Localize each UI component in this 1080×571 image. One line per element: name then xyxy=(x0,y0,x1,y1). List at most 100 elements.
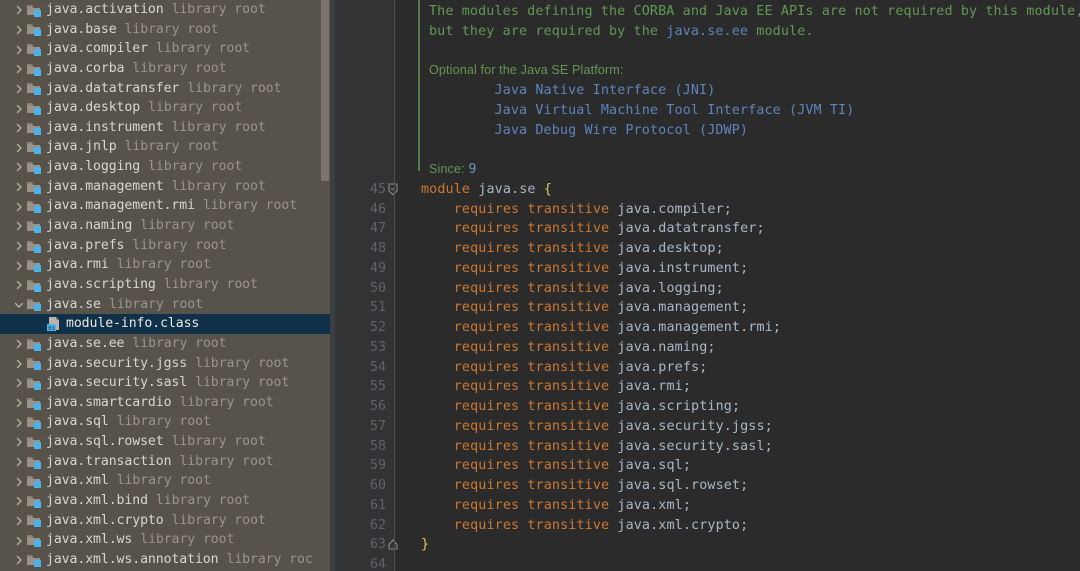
chevron-right-icon[interactable] xyxy=(12,550,26,569)
chevron-right-icon[interactable] xyxy=(12,373,26,392)
library-root-icon xyxy=(26,179,43,195)
tree-item[interactable]: java.jnlp library root xyxy=(0,137,330,157)
tree-item[interactable]: java.sql.rowset library root xyxy=(0,432,330,452)
chevron-right-icon[interactable] xyxy=(12,334,26,353)
tree-item[interactable]: java.scripting library root xyxy=(0,275,330,295)
tree-item-label: java.naming xyxy=(46,218,133,234)
tree-item[interactable]: java.rmi library root xyxy=(0,255,330,275)
code-line[interactable]: requires transitive java.management; xyxy=(421,298,748,318)
code-line[interactable]: requires transitive java.xml.crypto; xyxy=(421,516,748,536)
chevron-right-icon[interactable] xyxy=(12,472,26,491)
editor-text-area[interactable]: The modules defining the CORBA and Java … xyxy=(395,0,1080,571)
sidebar-scrollbar-track[interactable] xyxy=(321,0,330,571)
line-number: 54 xyxy=(369,359,386,375)
tree-item[interactable]: java.naming library root xyxy=(0,216,330,236)
chevron-right-icon[interactable] xyxy=(12,236,26,255)
tree-item[interactable]: java.instrument library root xyxy=(0,118,330,138)
chevron-right-icon[interactable] xyxy=(12,256,26,275)
tree-item[interactable]: java.security.jgss library root xyxy=(0,354,330,374)
code-line[interactable]: requires transitive java.naming; xyxy=(421,338,716,358)
chevron-right-icon[interactable] xyxy=(12,197,26,216)
chevron-right-icon[interactable] xyxy=(12,99,26,118)
chevron-right-icon[interactable] xyxy=(12,452,26,471)
tree-item[interactable]: java.datatransfer library root xyxy=(0,79,330,99)
chevron-right-icon[interactable] xyxy=(12,138,26,157)
code-line[interactable]: requires transitive java.prefs; xyxy=(421,358,708,378)
code-line[interactable]: requires transitive java.instrument; xyxy=(421,259,748,279)
chevron-right-icon[interactable] xyxy=(12,354,26,373)
tree-item[interactable]: java.xml.ws.annotation library roc xyxy=(0,550,330,570)
chevron-right-icon[interactable] xyxy=(12,40,26,59)
tree-item[interactable]: java.base library root xyxy=(0,20,330,40)
tree-item[interactable]: java.prefs library root xyxy=(0,236,330,256)
tree-item[interactable]: java.transaction library root xyxy=(0,452,330,472)
project-tree[interactable]: java.activation library root java.base libr… xyxy=(0,0,330,570)
tree-item-label: java.se.ee xyxy=(46,335,125,351)
code-line[interactable]: requires transitive java.desktop; xyxy=(421,239,724,259)
tree-item[interactable]: java.xml.crypto library root xyxy=(0,511,330,531)
sidebar-scrollbar-thumb[interactable] xyxy=(321,0,329,181)
tree-item[interactable]: java.se library root xyxy=(0,295,330,315)
tree-item[interactable]: java.xml library root xyxy=(0,471,330,491)
code-line[interactable]: requires transitive java.sql; xyxy=(421,456,691,476)
code-line[interactable]: requires transitive java.compiler; xyxy=(421,200,732,220)
chevron-right-icon[interactable] xyxy=(12,275,26,294)
tree-item[interactable]: java.smartcardio library root xyxy=(0,393,330,413)
code-line[interactable]: requires transitive java.security.sasl; xyxy=(421,437,773,457)
code-token: but they are required by the xyxy=(429,23,667,39)
chevron-right-icon[interactable] xyxy=(12,413,26,432)
tree-item[interactable]: java.management library root xyxy=(0,177,330,197)
editor-gutter[interactable]: 45 46 47 48 49 50 51 52 53 54 55 56 57 58 59 60 61 62 63 64 xyxy=(335,0,398,571)
code-token: java.rmi xyxy=(617,379,683,395)
chevron-down-icon[interactable] xyxy=(12,295,26,314)
library-root-icon xyxy=(26,355,43,371)
code-line[interactable]: requires transitive java.xml; xyxy=(421,496,691,516)
tree-item[interactable]: java.xml.bind library root xyxy=(0,491,330,511)
tree-item[interactable]: java.activation library root xyxy=(0,0,330,20)
chevron-right-icon[interactable] xyxy=(12,118,26,137)
chevron-right-icon[interactable] xyxy=(12,20,26,39)
code-line[interactable]: requires transitive java.security.jgss; xyxy=(421,417,773,437)
tree-item[interactable]: java.compiler library root xyxy=(0,39,330,59)
library-root-icon xyxy=(26,493,43,509)
chevron-right-icon[interactable] xyxy=(12,393,26,412)
code-line[interactable]: requires transitive java.management.rmi; xyxy=(421,318,781,338)
tree-item[interactable]: java.xml.ws library root xyxy=(0,530,330,550)
code-line[interactable]: } xyxy=(421,535,429,555)
tree-item[interactable]: java.se.ee library root xyxy=(0,334,330,354)
chevron-right-icon[interactable] xyxy=(12,531,26,550)
doc-comment-line: Java Native Interface (JNI) xyxy=(429,81,715,101)
tree-item-selected[interactable]: 01 module-info.class xyxy=(0,314,330,334)
code-line[interactable]: requires transitive java.rmi; xyxy=(421,377,691,397)
tree-item[interactable]: java.sql library root xyxy=(0,412,330,432)
tree-item-label: java.xml xyxy=(46,473,109,489)
tree-item[interactable]: java.management.rmi library root xyxy=(0,196,330,216)
tree-item-subtitle: library root xyxy=(171,119,266,135)
chevron-right-icon[interactable] xyxy=(12,59,26,78)
tree-item[interactable]: java.security.sasl library root xyxy=(0,373,330,393)
code-token: ; xyxy=(740,517,749,533)
code-editor[interactable]: 45 46 47 48 49 50 51 52 53 54 55 56 57 58 59 60 61 62 63 64… xyxy=(330,0,1080,571)
code-line[interactable]: requires transitive java.sql.rowset; xyxy=(421,476,748,496)
chevron-right-icon[interactable] xyxy=(12,79,26,98)
project-tree-panel[interactable]: java.activation library root java.base libr… xyxy=(0,0,330,571)
chevron-right-icon[interactable] xyxy=(12,177,26,196)
chevron-right-icon[interactable] xyxy=(12,491,26,510)
tree-item[interactable]: java.desktop library root xyxy=(0,98,330,118)
code-line[interactable]: requires transitive java.scripting; xyxy=(421,397,740,417)
tree-item[interactable]: java.corba library root xyxy=(0,59,330,79)
code-line[interactable]: requires transitive java.logging; xyxy=(421,279,724,299)
tree-item[interactable]: java.logging library root xyxy=(0,157,330,177)
code-line[interactable]: requires transitive java.datatransfer; xyxy=(421,219,765,239)
chevron-right-icon[interactable] xyxy=(12,432,26,451)
chevron-right-icon[interactable] xyxy=(12,0,26,19)
tree-item-label: module-info.class xyxy=(66,316,200,332)
chevron-right-icon[interactable] xyxy=(12,216,26,235)
code-token: requires transitive xyxy=(453,379,610,395)
chevron-right-icon[interactable] xyxy=(12,511,26,530)
chevron-right-icon[interactable] xyxy=(12,157,26,176)
code-line[interactable]: module java.se { xyxy=(421,180,552,200)
